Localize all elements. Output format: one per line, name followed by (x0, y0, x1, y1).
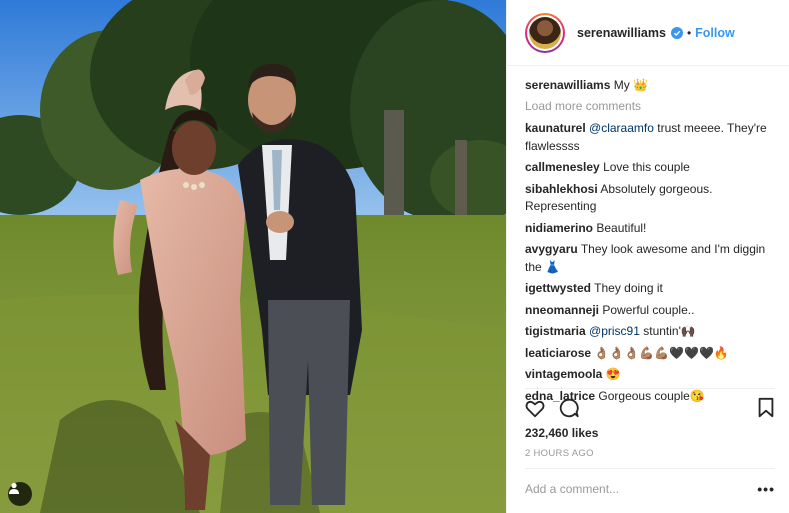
comment-text: 😍 (605, 367, 621, 381)
comment-text: Beautiful! (596, 220, 647, 235)
comment-username[interactable]: vintagemoola (525, 367, 602, 381)
comment-username[interactable]: nidiamerino (525, 221, 593, 235)
comment-username[interactable]: leaticiarose (525, 346, 591, 360)
comment-username[interactable]: callmenesley (525, 160, 600, 174)
comment-username[interactable]: kaunaturel (525, 121, 586, 135)
comment-item: kaunaturel @claraamfo trust meeee. They'… (525, 120, 775, 155)
comment-username[interactable]: nneomanneji (525, 303, 599, 317)
comment-mention[interactable]: @prisc91 (589, 324, 640, 338)
more-options-icon[interactable]: ••• (757, 481, 775, 497)
heart-icon[interactable] (524, 397, 546, 424)
likes-count[interactable]: 232,460 likes (525, 426, 598, 440)
load-more-comments-button[interactable]: Load more comments (525, 98, 775, 116)
add-comment-bar: ••• (525, 468, 775, 508)
header-separator: • (686, 25, 692, 40)
post-caption: serenawilliams My 👑 (525, 77, 775, 95)
comment-mention[interactable]: @claraamfo (589, 121, 654, 135)
comment-username[interactable]: tigistmaria (525, 324, 586, 338)
post-photo[interactable] (0, 0, 506, 513)
caption-username[interactable]: serenawilliams (525, 78, 610, 92)
caption-text: My 👑 (613, 78, 649, 92)
username-link[interactable]: serenawilliams (577, 26, 666, 40)
comment-item: tigistmaria @prisc91 stuntin'🙌🏿 (525, 323, 775, 341)
comment-text: They doing it (594, 281, 663, 295)
post-header: serenawilliams • Follow (507, 0, 789, 66)
comment-item: igettwysted They doing it (525, 280, 775, 298)
post-side-panel: serenawilliams • Follow serenawilliams M… (506, 0, 789, 513)
comment-username[interactable]: sibahlekhosi (525, 182, 598, 196)
comment-item: nneomanneji Powerful couple.. (525, 302, 775, 320)
comment-bubble-icon[interactable] (558, 397, 580, 424)
comment-username[interactable]: igettwysted (525, 281, 591, 295)
comment-username[interactable]: avygyaru (525, 242, 578, 256)
user-tag-icon (9, 482, 19, 494)
comments-list: serenawilliams My 👑 Load more comments k… (525, 66, 775, 409)
comment-text: Powerful couple.. (602, 302, 695, 317)
action-bar (524, 397, 776, 421)
comment-input[interactable] (525, 481, 758, 496)
comment-text: 👌🏽👌🏽👌🏽💪🏽💪🏽🖤🖤🖤🔥 (594, 345, 729, 360)
bookmark-icon[interactable] (757, 397, 775, 424)
verified-badge-icon (670, 26, 683, 39)
comment-text: Love this couple (603, 160, 690, 174)
comment-text: stuntin'🙌🏿 (639, 324, 696, 338)
post-timestamp[interactable]: 2 HOURS AGO (525, 448, 594, 459)
comment-item: vintagemoola 😍 (525, 366, 775, 384)
comment-item: nidiamerino Beautiful! (525, 220, 775, 238)
follow-button[interactable]: Follow (695, 26, 735, 40)
instagram-post: serenawilliams • Follow serenawilliams M… (0, 0, 789, 513)
avatar-image (529, 16, 561, 49)
user-tag-button[interactable] (8, 482, 32, 506)
actions-divider (525, 388, 775, 389)
comment-item: leaticiarose 👌🏽👌🏽👌🏽💪🏽💪🏽🖤🖤🖤🔥 (525, 345, 775, 363)
photo-image (0, 0, 506, 513)
avatar[interactable] (525, 12, 565, 53)
comment-item: sibahlekhosi Absolutely gorgeous. Repres… (525, 181, 775, 216)
comment-item: avygyaru They look awesome and I'm diggi… (525, 241, 775, 276)
comment-item: callmenesley Love this couple (525, 159, 775, 177)
